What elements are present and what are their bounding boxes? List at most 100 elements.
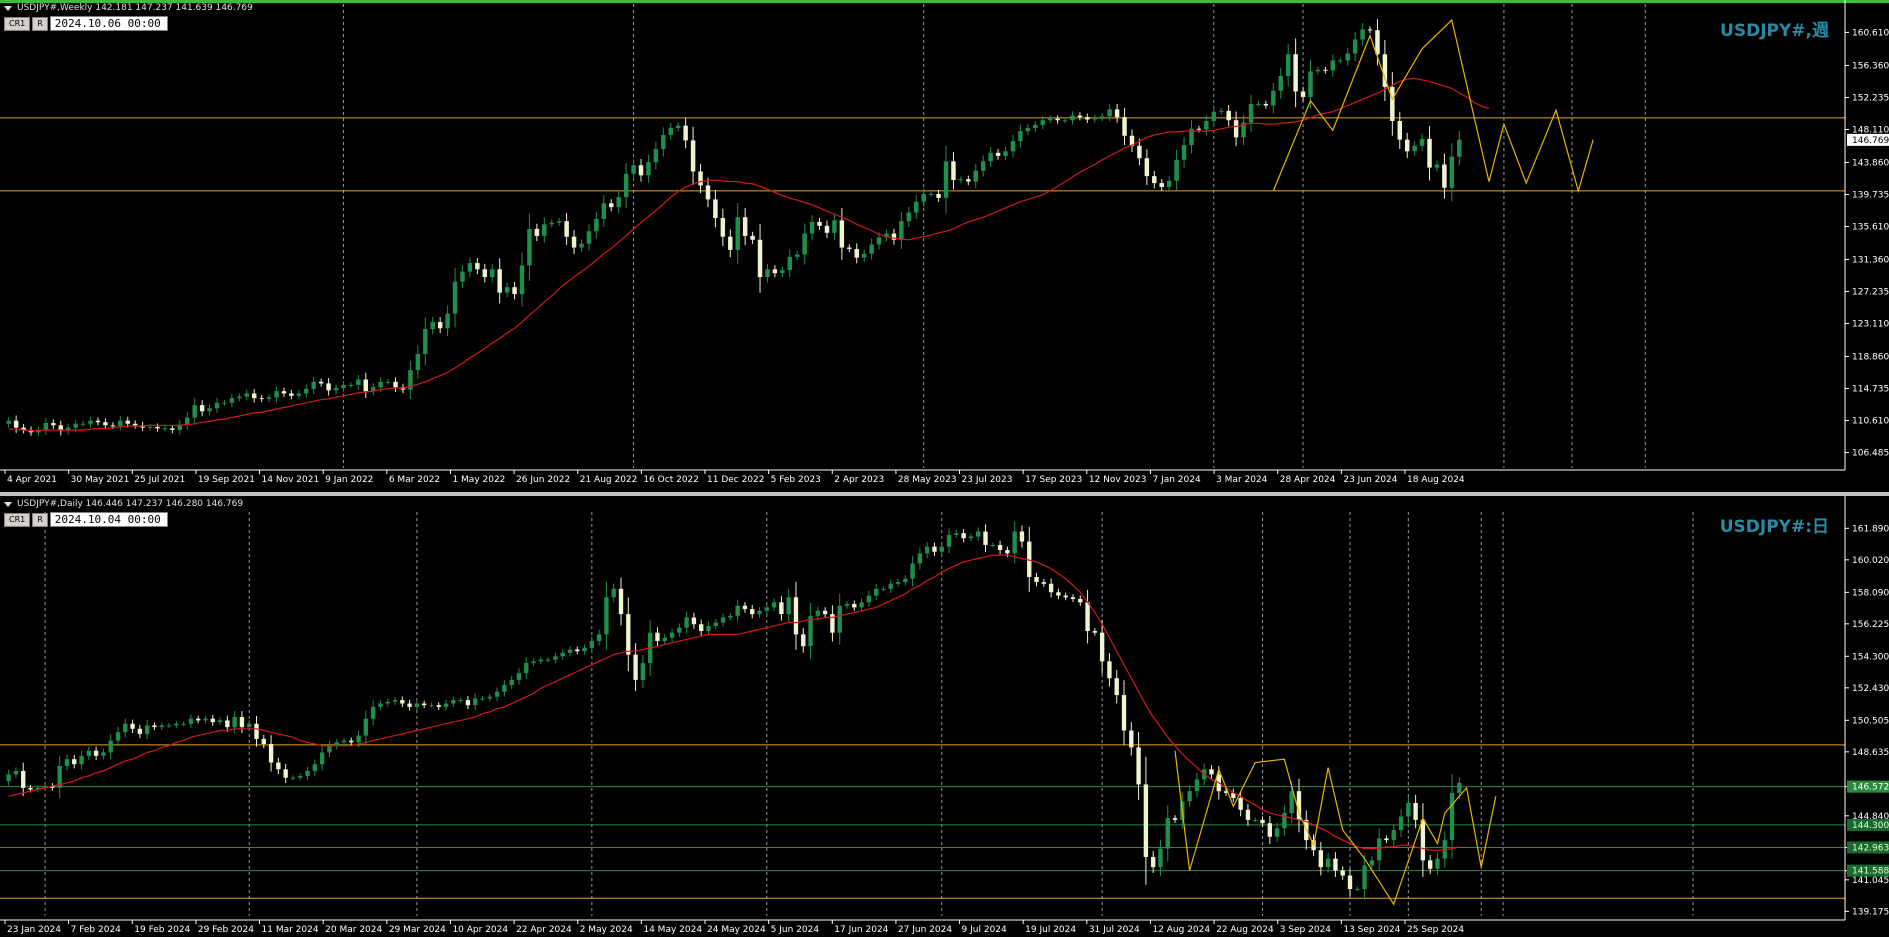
weekly-date-label: 16 Oct 2022 [643, 475, 699, 485]
daily-candle-body [720, 617, 726, 623]
weekly-candle-body [1352, 39, 1358, 54]
weekly-candle-body [341, 384, 346, 389]
daily-date-label: 31 Jul 2024 [1089, 925, 1140, 935]
daily-candle-body [990, 544, 995, 546]
dropdown-triangle-icon[interactable] [4, 5, 12, 11]
daily-candle-body [1413, 803, 1418, 820]
daily-candle-body [1347, 875, 1353, 890]
weekly-candle-body [475, 263, 480, 270]
weekly-date-label: 1 May 2022 [452, 475, 505, 485]
daily-candle-body [319, 752, 325, 765]
daily-date-label: 10 Apr 2024 [452, 925, 508, 935]
daily-candle-body [873, 588, 879, 596]
daily-candle-body [6, 774, 11, 782]
weekly-candle-body [661, 134, 666, 149]
weekly-candle-body [1055, 118, 1060, 121]
daily-candle-body [72, 759, 77, 765]
weekly-candle-body [1300, 91, 1306, 97]
daily-candle-body [691, 617, 697, 625]
daily-candle-body [1253, 819, 1258, 821]
daily-candle-body [946, 534, 952, 547]
daily-candle-body [473, 698, 478, 706]
weekly-candle-body [1033, 124, 1038, 128]
daily-candle-body [356, 735, 361, 743]
daily-candle-body [166, 725, 172, 727]
daily-price-tick-label: 158.090 [1852, 588, 1889, 598]
daily-date-label: 3 Sep 2024 [1280, 925, 1332, 935]
dropdown-triangle-icon[interactable] [4, 501, 12, 507]
daily-candle-body [1340, 870, 1345, 876]
daily-candle-body [152, 725, 157, 728]
daily-candle-body [93, 750, 99, 756]
daily-candle-body [1318, 850, 1324, 868]
daily-candle-body [1114, 678, 1119, 696]
daily-date-label: 11 Mar 2024 [262, 925, 319, 935]
daily-candle-body [1274, 828, 1280, 837]
daily-candle-body [1063, 595, 1068, 598]
daily-candle-body [268, 743, 274, 763]
weekly-candle-body [512, 287, 517, 295]
weekly-candle-body [155, 426, 160, 429]
weekly-candle-body [928, 193, 934, 195]
daily-candle-body [779, 602, 784, 615]
daily-datetime-field[interactable]: 2024.10.04 00:00 [49, 512, 168, 527]
weekly-candle-body [430, 322, 435, 330]
weekly-candle-body [504, 287, 510, 293]
weekly-chart-canvas[interactable]: 160.610156.360152.235148.110143.860139.7… [0, 0, 1889, 492]
weekly-candle-body [95, 420, 101, 423]
weekly-candle-body [1271, 90, 1276, 106]
daily-candle-body [1267, 823, 1273, 837]
daily-candle-body [494, 691, 500, 697]
weekly-candle-body [683, 125, 688, 141]
weekly-chart-panel[interactable]: 160.610 156.360 152.235 148.110 143.860 139.7… [0, 0, 1889, 492]
weekly-candle-body [1070, 115, 1075, 121]
daily-alert-tag-label: 141.588 [1852, 867, 1889, 877]
weekly-candle-body [80, 423, 86, 425]
daily-chart-canvas[interactable]: 161.890 160.020 158.090 156.225 154.300 152.4… [0, 496, 1889, 937]
cr-button[interactable]: CR1 [4, 512, 31, 527]
weekly-candle-body [452, 281, 458, 314]
weekly-header: USDJPY#,Weekly 142.181 147.237 141.639 1… [4, 2, 253, 14]
weekly-candle-body [1315, 69, 1321, 72]
daily-candle-body [305, 770, 310, 777]
daily-candle-body [1056, 592, 1061, 596]
weekly-price-tick-label: 114.735 [1852, 385, 1889, 395]
daily-chart-panel[interactable]: 161.890 160.020 158.090 156.225 154.300 152.4… [0, 496, 1889, 937]
daily-candle-body [509, 679, 514, 685]
daily-candle-body [385, 701, 390, 704]
daily-candle-body [1165, 818, 1170, 849]
r-button[interactable]: R [32, 16, 48, 31]
weekly-candle-body [1018, 131, 1023, 142]
daily-candle-body [538, 659, 544, 662]
daily-candle-body [1260, 819, 1265, 824]
cr-button[interactable]: CR1 [4, 16, 31, 31]
daily-date-label: 25 Sep 2024 [1407, 925, 1464, 935]
weekly-datetime-field[interactable]: 2024.10.06 00:00 [49, 16, 168, 31]
daily-candle-body [750, 609, 755, 615]
daily-candle-body [370, 706, 376, 719]
r-button[interactable]: R [32, 512, 48, 527]
daily-candle-body [801, 634, 806, 647]
daily-candle-body [363, 718, 369, 736]
daily-alert-tag-label: 144.300 [1852, 821, 1889, 831]
weekly-header-text: USDJPY#,Weekly 142.181 147.237 141.639 1… [17, 3, 253, 13]
daily-candle-body [254, 723, 259, 739]
weekly-candle-body [958, 179, 964, 181]
daily-candle-body [706, 625, 711, 631]
weekly-candle-body [1092, 117, 1098, 120]
weekly-price-tick-label: 127.235 [1852, 288, 1889, 298]
weekly-candle-body [623, 173, 629, 198]
daily-candle-body [195, 718, 201, 721]
weekly-candle-body [296, 393, 302, 396]
daily-candle-body [487, 696, 492, 699]
weekly-candle-body [43, 422, 49, 430]
daily-candle-body [1209, 769, 1214, 775]
daily-candle-body [101, 752, 106, 756]
weekly-candle-body [847, 247, 852, 250]
weekly-date-label: 6 Mar 2022 [389, 475, 440, 485]
weekly-candle-body [705, 185, 711, 200]
daily-candle-body [531, 661, 536, 664]
daily-candle-body [1398, 816, 1404, 830]
daily-date-label: 14 May 2024 [643, 925, 702, 935]
weekly-top-border [0, 0, 1889, 3]
